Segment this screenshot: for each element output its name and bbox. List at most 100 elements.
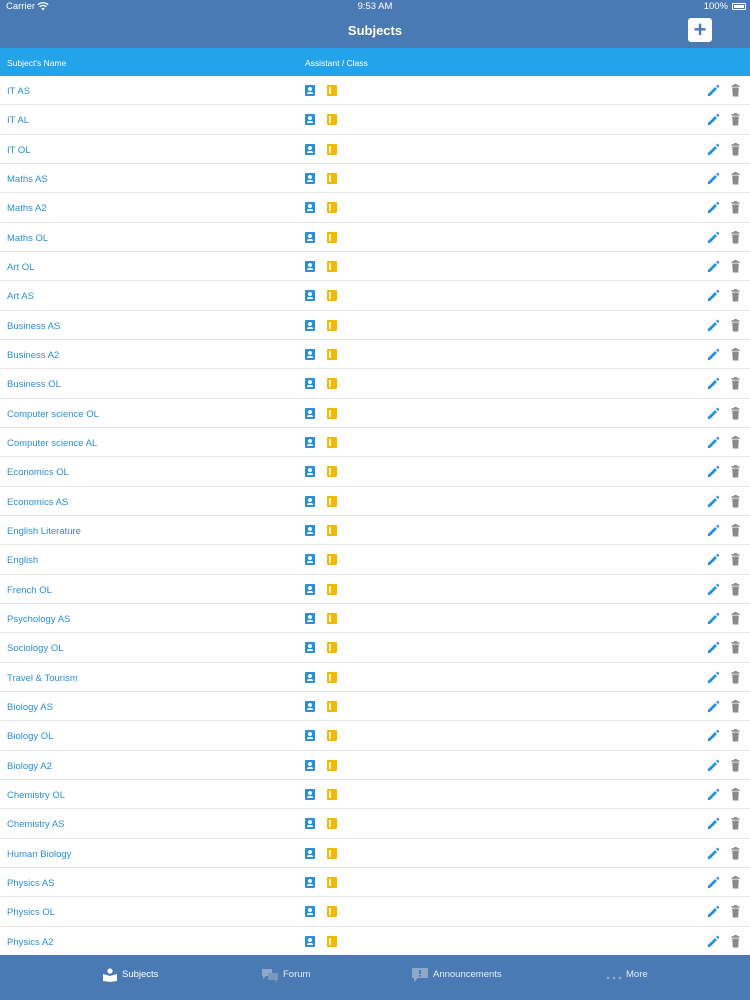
delete-trash-icon[interactable] — [729, 494, 742, 508]
class-book-icon[interactable] — [327, 788, 337, 800]
delete-trash-icon[interactable] — [729, 641, 742, 654]
edit-pencil-icon[interactable] — [707, 465, 720, 478]
edit-pencil-icon[interactable] — [707, 905, 720, 918]
edit-pencil-icon[interactable] — [707, 143, 720, 156]
edit-pencil-icon[interactable] — [707, 553, 720, 566]
delete-trash-icon[interactable] — [729, 670, 742, 684]
delete-trash-icon[interactable] — [729, 934, 742, 948]
assistant-icon[interactable] — [305, 730, 315, 742]
class-book-icon[interactable] — [327, 466, 337, 478]
delete-trash-icon[interactable] — [729, 230, 742, 244]
edit-pencil-icon[interactable] — [707, 231, 720, 244]
edit-pencil-icon[interactable] — [707, 759, 720, 772]
delete-trash-icon[interactable] — [729, 465, 742, 478]
assistant-icon[interactable] — [305, 172, 315, 184]
tab-subjects[interactable]: Subjects — [102, 955, 182, 1000]
class-book-icon[interactable] — [327, 554, 337, 566]
delete-trash-icon[interactable] — [729, 142, 742, 156]
class-book-icon[interactable] — [327, 202, 337, 214]
delete-trash-icon[interactable] — [729, 435, 742, 449]
subject-name-link[interactable]: Psychology AS — [7, 614, 70, 625]
edit-pencil-icon[interactable] — [707, 113, 720, 126]
delete-trash-icon[interactable] — [729, 347, 742, 361]
edit-pencil-icon[interactable] — [707, 201, 720, 214]
assistant-icon[interactable] — [305, 876, 315, 888]
subject-name-link[interactable]: Biology AS — [7, 702, 53, 713]
assistant-icon[interactable] — [305, 671, 315, 683]
edit-pencil-icon[interactable] — [707, 436, 720, 449]
delete-trash-icon[interactable] — [729, 523, 742, 537]
delete-trash-icon[interactable] — [729, 699, 742, 713]
assistant-icon[interactable] — [305, 642, 315, 654]
class-book-icon[interactable] — [327, 906, 337, 918]
class-book-icon[interactable] — [327, 436, 337, 448]
subject-name-link[interactable]: Physics A2 — [7, 937, 53, 948]
delete-trash-icon[interactable] — [729, 611, 742, 625]
class-book-icon[interactable] — [327, 700, 337, 712]
subject-name-link[interactable]: Art AS — [7, 291, 34, 302]
assistant-icon[interactable] — [305, 407, 315, 419]
subject-name-link[interactable]: English Literature — [7, 526, 81, 537]
edit-pencil-icon[interactable] — [707, 935, 720, 948]
subject-name-link[interactable]: Chemistry OL — [7, 790, 65, 801]
delete-trash-icon[interactable] — [729, 377, 742, 390]
class-book-icon[interactable] — [327, 759, 337, 771]
delete-trash-icon[interactable] — [729, 113, 742, 126]
edit-pencil-icon[interactable] — [707, 495, 720, 508]
delete-trash-icon[interactable] — [729, 201, 742, 214]
delete-trash-icon[interactable] — [729, 171, 742, 185]
class-book-icon[interactable] — [327, 378, 337, 390]
assistant-icon[interactable] — [305, 759, 315, 771]
subject-name-link[interactable]: Economics AS — [7, 497, 68, 508]
tab-announcements[interactable]: Announcements — [412, 955, 522, 1000]
edit-pencil-icon[interactable] — [707, 407, 720, 420]
assistant-icon[interactable] — [305, 847, 315, 859]
edit-pencil-icon[interactable] — [707, 260, 720, 273]
class-book-icon[interactable] — [327, 260, 337, 272]
delete-trash-icon[interactable] — [729, 817, 742, 830]
class-book-icon[interactable] — [327, 495, 337, 507]
delete-trash-icon[interactable] — [729, 758, 742, 772]
subject-name-link[interactable]: Art OL — [7, 262, 34, 273]
tab-forum[interactable]: Forum — [262, 955, 332, 1000]
subject-name-link[interactable]: French OL — [7, 585, 52, 596]
edit-pencil-icon[interactable] — [707, 671, 720, 684]
subject-name-link[interactable]: Travel & Tourism — [7, 673, 78, 684]
assistant-icon[interactable] — [305, 583, 315, 595]
subject-name-link[interactable]: IT OL — [7, 145, 31, 156]
assistant-icon[interactable] — [305, 114, 315, 126]
subject-name-link[interactable]: Business OL — [7, 379, 61, 390]
class-book-icon[interactable] — [327, 730, 337, 742]
edit-pencil-icon[interactable] — [707, 876, 720, 889]
delete-trash-icon[interactable] — [729, 318, 742, 332]
edit-pencil-icon[interactable] — [707, 847, 720, 860]
subject-name-link[interactable]: Biology A2 — [7, 761, 52, 772]
subject-name-link[interactable]: Maths OL — [7, 233, 48, 244]
subject-name-link[interactable]: Human Biology — [7, 849, 71, 860]
delete-trash-icon[interactable] — [729, 553, 742, 566]
assistant-icon[interactable] — [305, 495, 315, 507]
class-book-icon[interactable] — [327, 172, 337, 184]
subject-name-link[interactable]: Maths A2 — [7, 203, 47, 214]
edit-pencil-icon[interactable] — [707, 612, 720, 625]
class-book-icon[interactable] — [327, 847, 337, 859]
assistant-icon[interactable] — [305, 260, 315, 272]
assistant-icon[interactable] — [305, 319, 315, 331]
add-subject-button[interactable]: + — [688, 18, 712, 42]
edit-pencil-icon[interactable] — [707, 377, 720, 390]
subject-name-link[interactable]: IT AS — [7, 86, 30, 97]
delete-trash-icon[interactable] — [729, 406, 742, 420]
class-book-icon[interactable] — [327, 642, 337, 654]
subject-name-link[interactable]: Economics OL — [7, 467, 69, 478]
assistant-icon[interactable] — [305, 436, 315, 448]
subject-name-link[interactable]: Maths AS — [7, 174, 48, 185]
class-book-icon[interactable] — [327, 143, 337, 155]
subject-name-link[interactable]: English — [7, 555, 38, 566]
subject-name-link[interactable]: Sociology OL — [7, 643, 64, 654]
delete-trash-icon[interactable] — [729, 875, 742, 889]
edit-pencil-icon[interactable] — [707, 84, 720, 97]
assistant-icon[interactable] — [305, 935, 315, 947]
edit-pencil-icon[interactable] — [707, 729, 720, 742]
delete-trash-icon[interactable] — [729, 905, 742, 918]
tab-more[interactable]: More — [606, 955, 666, 1000]
